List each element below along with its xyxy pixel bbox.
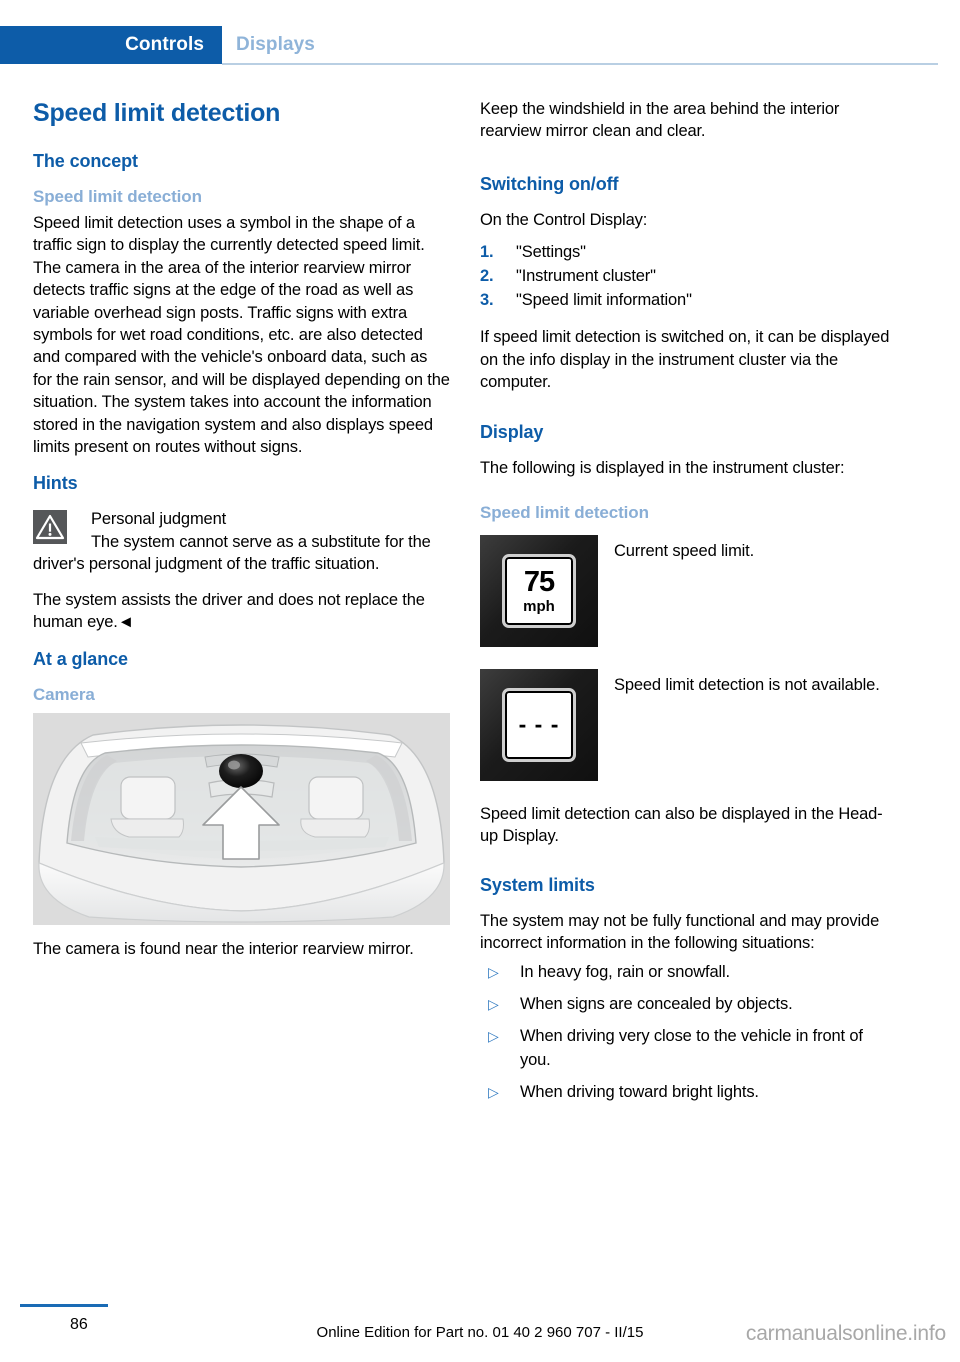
speed-limit-sign-unavailable-icon: - - - bbox=[480, 668, 598, 781]
step-number: 1. bbox=[480, 243, 494, 262]
step-number: 3. bbox=[480, 291, 494, 310]
warning-title: Personal judgment bbox=[91, 510, 227, 529]
subheading-display-speed-limit-detection: Speed limit detection bbox=[480, 502, 649, 522]
display-intro: The following is displayed in the instru… bbox=[480, 459, 845, 478]
display-item-not-available: - - - Speed limit detection is not avail… bbox=[480, 668, 897, 781]
tab-displays[interactable]: Displays bbox=[236, 26, 315, 64]
right-column: Keep the windshield in the area behind t… bbox=[480, 98, 897, 1112]
display-item-label: Speed limit detection is not available. bbox=[614, 675, 880, 694]
switching-steps-list: 1. "Settings" 2. "Instrument cluster" 3.… bbox=[480, 240, 897, 312]
sign-value: 75 bbox=[523, 565, 555, 598]
system-limits-list: ▷ In heavy fog, rain or snowfall. ▷ When… bbox=[480, 960, 897, 1104]
heading-the-concept: The concept bbox=[33, 151, 138, 171]
list-item: ▷ When driving toward bright lights. bbox=[480, 1080, 897, 1104]
header-divider bbox=[222, 63, 938, 65]
triangle-bullet-icon: ▷ bbox=[488, 996, 499, 1013]
heading-system-limits: System limits bbox=[480, 874, 595, 895]
step-label: "Settings" bbox=[516, 243, 586, 262]
subheading-camera: Camera bbox=[33, 684, 95, 704]
tab-displays-label: Displays bbox=[236, 34, 315, 55]
heading-hints: Hints bbox=[33, 473, 78, 494]
sign-value: - - - bbox=[518, 711, 560, 738]
head-up-display-note: Speed limit detection can also be displa… bbox=[480, 804, 883, 846]
heading-display: Display bbox=[480, 422, 544, 443]
tab-controls[interactable]: Controls bbox=[0, 26, 222, 64]
sign-unit: mph bbox=[523, 597, 555, 615]
camera-location-illustration bbox=[33, 712, 450, 925]
heading-switching-on-off: Switching on/off bbox=[480, 173, 619, 194]
bullet-label: When driving toward bright lights. bbox=[520, 1083, 759, 1102]
list-item: 2. "Instrument cluster" bbox=[480, 264, 897, 288]
concept-paragraph: Speed limit detection uses a symbol in t… bbox=[33, 214, 450, 457]
list-item: ▷ In heavy fog, rain or snowfall. bbox=[480, 960, 897, 984]
bullet-label: When signs are concealed by objects. bbox=[520, 995, 793, 1014]
switching-note: If speed limit detection is switched on,… bbox=[480, 328, 890, 392]
subheading-speed-limit-detection: Speed limit detection bbox=[33, 187, 202, 206]
camera-caption: The camera is found near the interior re… bbox=[33, 939, 414, 958]
triangle-bullet-icon: ▷ bbox=[488, 1084, 499, 1101]
page-title: Speed limit detection bbox=[33, 99, 281, 127]
list-item: ▷ When driving very close to the vehicle… bbox=[480, 1024, 897, 1072]
left-column: Speed limit detection The concept Speed … bbox=[33, 98, 450, 974]
heading-at-a-glance: At a glance bbox=[33, 648, 128, 669]
warning-block: Personal judgment The system cannot serv… bbox=[33, 508, 450, 575]
step-label: "Instrument cluster" bbox=[516, 267, 656, 286]
step-number: 2. bbox=[480, 267, 494, 286]
list-item: 3. "Speed limit information" bbox=[480, 288, 897, 312]
switching-intro: On the Control Display: bbox=[480, 210, 648, 229]
display-item-label: Current speed limit. bbox=[614, 541, 755, 560]
triangle-bullet-icon: ▷ bbox=[488, 964, 499, 981]
system-limits-intro: The system may not be fully functional a… bbox=[480, 911, 880, 953]
speed-limit-sign-75-mph-icon: 75 mph bbox=[480, 534, 598, 647]
tab-controls-label: Controls bbox=[125, 34, 204, 55]
bullet-label: In heavy fog, rain or snowfall. bbox=[520, 963, 730, 982]
step-label: "Speed limit information" bbox=[516, 291, 692, 310]
display-item-current-speed-limit: 75 mph Current speed limit. bbox=[480, 534, 897, 647]
footer-divider bbox=[20, 1304, 108, 1307]
list-item: 1. "Settings" bbox=[480, 240, 897, 264]
bullet-label: When driving very close to the vehicle i… bbox=[520, 1027, 863, 1070]
triangle-bullet-icon: ▷ bbox=[488, 1028, 499, 1045]
site-watermark: carmanualsonline.info bbox=[745, 1322, 946, 1345]
page-header: Controls Displays bbox=[0, 26, 960, 65]
intro-paragraph: Keep the windshield in the area behind t… bbox=[480, 100, 840, 141]
warning-text-2: The system assists the driver and does n… bbox=[33, 590, 425, 632]
warning-triangle-icon bbox=[33, 510, 67, 545]
warning-text: The system cannot serve as a substitute … bbox=[33, 532, 431, 574]
list-item: ▷ When signs are concealed by objects. bbox=[480, 992, 897, 1016]
